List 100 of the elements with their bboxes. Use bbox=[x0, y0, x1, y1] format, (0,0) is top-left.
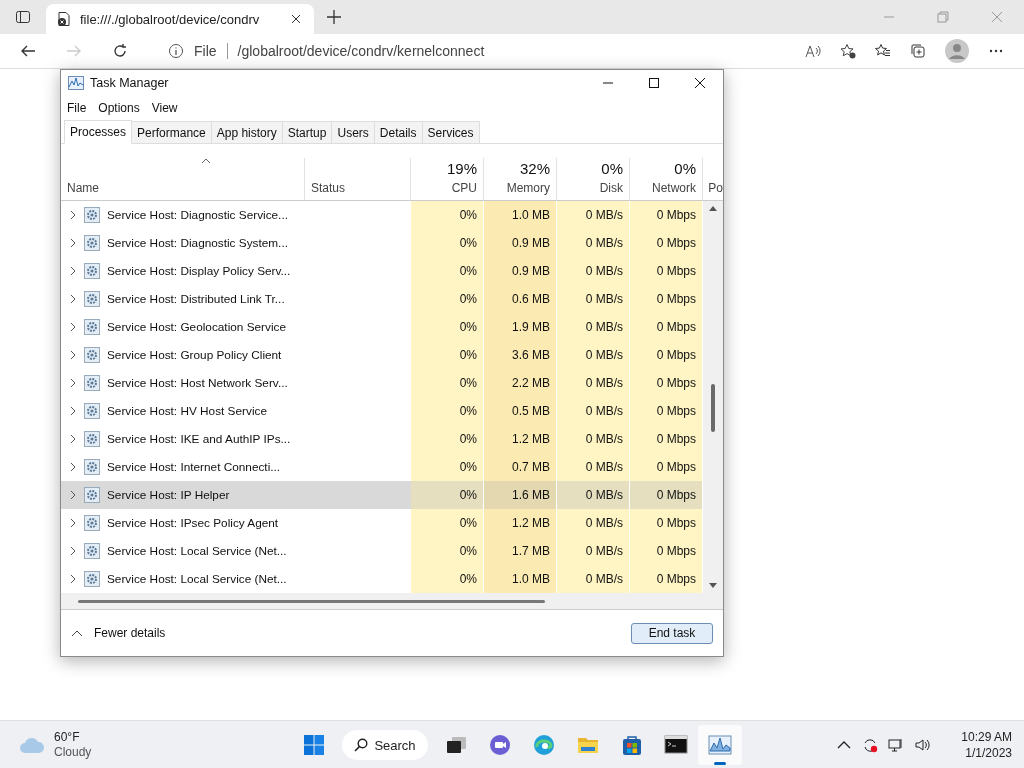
tab[interactable]: Performance bbox=[131, 121, 212, 143]
expand-chevron-icon[interactable] bbox=[69, 518, 77, 528]
process-row[interactable]: Service Host: Diagnostic Service... 0% 1.0 MB 0 MB/s 0 Mbps bbox=[61, 201, 703, 229]
menu-item[interactable]: View bbox=[151, 101, 178, 115]
column-header[interactable]: Status bbox=[311, 181, 404, 195]
store-bag-icon[interactable] bbox=[620, 733, 644, 757]
table-cell: 0% bbox=[459, 572, 477, 586]
tab[interactable]: Processes bbox=[64, 120, 133, 144]
expand-chevron-icon[interactable] bbox=[69, 210, 77, 220]
tab[interactable]: App history bbox=[210, 121, 283, 143]
refresh-icon[interactable] bbox=[112, 43, 128, 59]
expand-chevron-icon[interactable] bbox=[69, 574, 77, 584]
close-icon[interactable] bbox=[694, 77, 706, 89]
clock-date[interactable]: 1/1/2023 bbox=[965, 745, 1012, 761]
expand-chevron-icon[interactable] bbox=[69, 490, 77, 500]
profile-avatar-icon[interactable] bbox=[945, 39, 969, 63]
process-name: Service Host: Diagnostic Service... bbox=[107, 208, 288, 222]
browser-tab[interactable]: file:///./globalroot/device/condrv bbox=[46, 4, 314, 34]
speaker-icon[interactable] bbox=[914, 737, 930, 753]
table-cell: 0% bbox=[459, 460, 477, 474]
chat-bubble-icon[interactable] bbox=[488, 733, 512, 757]
process-row[interactable]: Service Host: HV Host Service 0% 0.5 MB 0 MB/s 0 Mbps bbox=[61, 397, 703, 425]
tab[interactable]: Users bbox=[331, 121, 375, 143]
process-row[interactable]: Service Host: Diagnostic System... 0% 0.9 MB 0 MB/s 0 Mbps bbox=[61, 229, 703, 257]
new-tab-icon[interactable] bbox=[326, 9, 342, 25]
expand-chevron-icon[interactable] bbox=[69, 350, 77, 360]
window-title: Task Manager bbox=[90, 76, 169, 90]
expand-chevron-icon[interactable] bbox=[69, 406, 77, 416]
sort-caret-icon[interactable] bbox=[200, 158, 211, 164]
column-header[interactable]: Disk bbox=[563, 181, 623, 195]
tab-actions-icon[interactable] bbox=[15, 9, 31, 25]
network-icon[interactable] bbox=[888, 737, 904, 753]
scroll-down-icon[interactable] bbox=[709, 583, 717, 589]
horizontal-scrollbar[interactable] bbox=[61, 593, 723, 610]
clock-time[interactable]: 10:29 AM bbox=[961, 729, 1012, 745]
process-row[interactable]: Service Host: Local Service (Net... 0% 1.0 MB 0 MB/s 0 Mbps bbox=[61, 565, 703, 593]
process-row[interactable]: Service Host: Display Policy Serv... 0% 0.9 MB 0 MB/s 0 Mbps bbox=[61, 257, 703, 285]
gear-icon bbox=[84, 431, 100, 447]
process-row[interactable]: Service Host: Host Network Serv... 0% 2.2 MB 0 MB/s 0 Mbps bbox=[61, 369, 703, 397]
address-field[interactable]: /globalroot/device/condrv/kernelconnect bbox=[237, 43, 485, 59]
menu-item[interactable]: Options bbox=[98, 101, 140, 115]
process-row[interactable]: Service Host: Local Service (Net... 0% 1.7 MB 0 MB/s 0 Mbps bbox=[61, 537, 703, 565]
table-cell: 1.2 MB bbox=[512, 432, 550, 446]
process-row[interactable]: Service Host: Distributed Link Tr... 0% 0.6 MB 0 MB/s 0 Mbps bbox=[61, 285, 703, 313]
process-row[interactable]: Service Host: Geolocation Service 0% 1.9 MB 0 MB/s 0 Mbps bbox=[61, 313, 703, 341]
expand-chevron-icon[interactable] bbox=[69, 238, 77, 248]
expand-chevron-icon[interactable] bbox=[69, 266, 77, 276]
process-row[interactable]: Service Host: IKE and AuthIP IPs... 0% 1.2 MB 0 MB/s 0 Mbps bbox=[61, 425, 703, 453]
table-cell: 0 Mbps bbox=[656, 292, 696, 306]
process-row[interactable]: Service Host: IPsec Policy Agent 0% 1.2 MB 0 MB/s 0 Mbps bbox=[61, 509, 703, 537]
column-header[interactable]: CPU bbox=[417, 181, 477, 195]
info-icon[interactable] bbox=[168, 43, 184, 59]
search-button[interactable]: Search bbox=[342, 730, 428, 760]
expand-chevron-icon[interactable] bbox=[69, 294, 77, 304]
process-row[interactable]: Service Host: IP Helper 0% 1.6 MB 0 MB/s 0 Mbps bbox=[61, 481, 703, 509]
expand-chevron-icon[interactable] bbox=[69, 462, 77, 472]
column-header[interactable]: Network bbox=[636, 181, 696, 195]
process-row[interactable]: Service Host: Internet Connecti... 0% 0.7 MB 0 MB/s 0 Mbps bbox=[61, 453, 703, 481]
search-icon bbox=[354, 738, 369, 752]
table-cell: 0.6 MB bbox=[512, 292, 550, 306]
task-manager-icon[interactable] bbox=[708, 733, 732, 757]
table-cell: 0 Mbps bbox=[656, 236, 696, 250]
process-row[interactable]: Service Host: Group Policy Client 0% 3.6 MB 0 MB/s 0 Mbps bbox=[61, 341, 703, 369]
tab[interactable]: Details bbox=[373, 121, 423, 143]
expand-chevron-icon[interactable] bbox=[69, 546, 77, 556]
windows-start-icon[interactable] bbox=[302, 733, 326, 757]
expand-chevron-icon[interactable] bbox=[69, 378, 77, 388]
sync-alert-icon[interactable] bbox=[862, 737, 878, 753]
read-aloud-icon[interactable] bbox=[805, 43, 821, 59]
expand-chevron-icon[interactable] bbox=[69, 434, 77, 444]
table-cell: 0 Mbps bbox=[656, 488, 696, 502]
table-cell: 0.7 MB bbox=[512, 460, 550, 474]
process-name: Service Host: Diagnostic System... bbox=[107, 236, 288, 250]
tab[interactable]: Services bbox=[421, 121, 480, 143]
vertical-scrollbar[interactable] bbox=[703, 201, 723, 593]
expand-chevron-icon[interactable] bbox=[69, 322, 77, 332]
fewer-details-toggle[interactable]: Fewer details bbox=[71, 626, 166, 640]
end-task-button[interactable]: End task bbox=[631, 622, 713, 644]
table-cell: 0 Mbps bbox=[656, 460, 696, 474]
terminal-icon[interactable] bbox=[664, 733, 688, 757]
column-header[interactable]: Po bbox=[705, 181, 723, 195]
column-header[interactable]: Memory bbox=[490, 181, 550, 195]
process-name: Service Host: HV Host Service bbox=[107, 404, 267, 418]
table-cell: 0 MB/s bbox=[585, 292, 623, 306]
favorites-icon[interactable] bbox=[875, 43, 891, 59]
back-icon[interactable] bbox=[20, 43, 36, 59]
star-plus-icon[interactable] bbox=[840, 43, 856, 59]
table-cell: 1.7 MB bbox=[512, 544, 550, 558]
table-cell: 3.6 MB bbox=[512, 348, 550, 362]
tab[interactable]: Startup bbox=[281, 121, 333, 143]
table-cell: 1.0 MB bbox=[512, 208, 550, 222]
menu-item[interactable]: File bbox=[67, 101, 87, 115]
scroll-up-icon[interactable] bbox=[709, 205, 717, 211]
table-cell: 0% bbox=[459, 516, 477, 530]
browser-swirl-icon[interactable] bbox=[532, 733, 556, 757]
column-header[interactable]: Name bbox=[67, 181, 298, 195]
maximize-icon[interactable] bbox=[648, 77, 660, 89]
collections-icon[interactable] bbox=[910, 43, 926, 59]
gear-icon bbox=[84, 459, 100, 475]
gear-icon bbox=[84, 375, 100, 391]
